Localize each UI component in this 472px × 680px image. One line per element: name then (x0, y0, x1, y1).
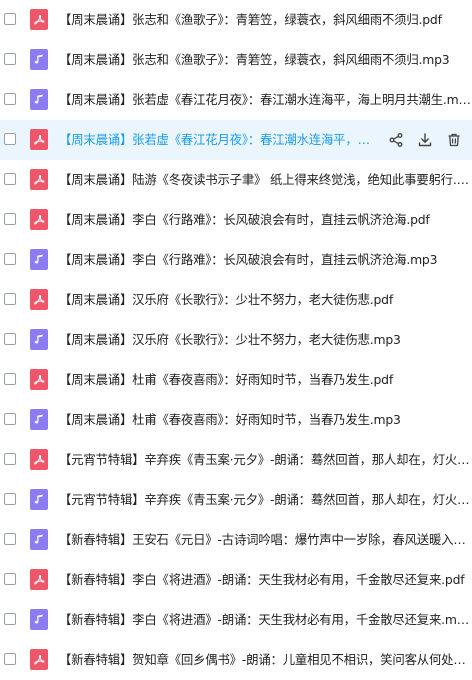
file-name[interactable]: 【新春特辑】贺知章《回乡偶书》-朗诵：儿童相见不相识，笑问客从何处来.pdf (59, 640, 472, 680)
audio-file-icon (30, 529, 48, 550)
delete-icon (446, 132, 462, 148)
row-checkbox[interactable] (4, 133, 16, 145)
audio-file-icon (30, 329, 48, 350)
file-name[interactable]: 【周末晨诵】张若虚《春江花月夜》：春江潮水连海平，海上明月共潮生.mp3 (59, 80, 472, 120)
row-checkbox[interactable] (4, 173, 16, 185)
file-row[interactable]: 【周末晨诵】张若虚《春江花月夜》：春江潮水连海平，海上明月共潮生.mp3 (0, 80, 472, 120)
file-row[interactable]: 【新春特辑】王安石《元日》-古诗词吟唱：爆竹声中一岁除，春风送暖入屠苏.mp3 (0, 520, 472, 560)
file-row[interactable]: 【周末晨诵】张志和《渔歌子》：青箬笠，绿蓑衣，斜风细雨不须归.mp3 (0, 40, 472, 80)
file-row[interactable]: 【周末晨诵】汉乐府《长歌行》：少壮不努力，老大徒伤悲.pdf (0, 280, 472, 320)
file-name[interactable]: 【新春特辑】王安石《元日》-古诗词吟唱：爆竹声中一岁除，春风送暖入屠苏.mp3 (59, 520, 472, 560)
file-row[interactable]: 【周末晨诵】李白《行路难》：长风破浪会有时，直挂云帆济沧海.pdf (0, 200, 472, 240)
pdf-file-icon (30, 209, 48, 230)
audio-file-icon (30, 409, 48, 430)
file-row[interactable]: 【周末晨诵】汉乐府《长歌行》：少壮不努力，老大徒伤悲.mp3 (0, 320, 472, 360)
file-row[interactable]: 【周末晨诵】陆游《冬夜读书示子聿》 纸上得来终觉浅，绝知此事要躬行.pdf (0, 160, 472, 200)
file-name[interactable]: 【周末晨诵】李白《行路难》：长风破浪会有时，直挂云帆济沧海.pdf (59, 200, 472, 240)
row-checkbox[interactable] (4, 373, 16, 385)
file-row[interactable]: 【周末晨诵】李白《行路难》：长风破浪会有时，直挂云帆济沧海.mp3 (0, 240, 472, 280)
audio-file-icon (30, 49, 48, 70)
file-row[interactable]: 【新春特辑】李白《将进酒》-朗诵：天生我材必有用，千金散尽还复来.pdf (0, 560, 472, 600)
pdf-file-icon (30, 569, 48, 590)
file-name[interactable]: 【新春特辑】李白《将进酒》-朗诵：天生我材必有用，千金散尽还复来.mp3 (59, 600, 472, 640)
pdf-file-icon (30, 289, 48, 310)
delete-button[interactable] (444, 130, 464, 150)
file-row[interactable]: 【周末晨诵】杜甫《春夜喜雨》：好雨知时节，当春乃发生.mp3 (0, 400, 472, 440)
audio-file-icon (30, 489, 48, 510)
file-name[interactable]: 【周末晨诵】李白《行路难》：长风破浪会有时，直挂云帆济沧海.mp3 (59, 240, 472, 280)
row-checkbox[interactable] (4, 613, 16, 625)
row-checkbox[interactable] (4, 493, 16, 505)
file-name[interactable]: 【元宵节特辑】辛弃疾《青玉案·元夕》-朗诵：蓦然回首，那人却在，灯火阑珊处.mp… (59, 480, 472, 520)
row-checkbox[interactable] (4, 653, 16, 665)
file-row[interactable]: 【周末晨诵】张志和《渔歌子》：青箬笠，绿蓑衣，斜风细雨不须归.pdf (0, 0, 472, 40)
file-row[interactable]: 【元宵节特辑】辛弃疾《青玉案·元夕》-朗诵：蓦然回首，那人却在，灯火阑珊处.pd… (0, 440, 472, 480)
pdf-file-icon (30, 169, 48, 190)
pdf-file-icon (30, 449, 48, 470)
audio-file-icon (30, 249, 48, 270)
row-checkbox[interactable] (4, 213, 16, 225)
file-list: 【周末晨诵】张志和《渔歌子》：青箬笠，绿蓑衣，斜风细雨不须归.pdf 【周末晨诵】… (0, 0, 472, 680)
row-checkbox[interactable] (4, 413, 16, 425)
row-checkbox[interactable] (4, 13, 16, 25)
row-checkbox[interactable] (4, 453, 16, 465)
file-name[interactable]: 【新春特辑】李白《将进酒》-朗诵：天生我材必有用，千金散尽还复来.pdf (59, 560, 472, 600)
file-row[interactable]: 【周末晨诵】杜甫《春夜喜雨》：好雨知时节，当春乃发生.pdf (0, 360, 472, 400)
file-name[interactable]: 【周末晨诵】陆游《冬夜读书示子聿》 纸上得来终觉浅，绝知此事要躬行.pdf (59, 160, 472, 200)
file-name[interactable]: 【周末晨诵】汉乐府《长歌行》：少壮不努力，老大徒伤悲.pdf (59, 280, 472, 320)
row-checkbox[interactable] (4, 333, 16, 345)
file-name[interactable]: 【周末晨诵】杜甫《春夜喜雨》：好雨知时节，当春乃发生.pdf (59, 360, 472, 400)
pdf-file-icon (30, 9, 48, 30)
file-row[interactable]: 【新春特辑】贺知章《回乡偶书》-朗诵：儿童相见不相识，笑问客从何处来.pdf (0, 640, 472, 680)
row-checkbox[interactable] (4, 53, 16, 65)
download-icon (417, 132, 433, 148)
pdf-file-icon (30, 369, 48, 390)
row-actions (377, 120, 464, 160)
file-name[interactable]: 【周末晨诵】张若虚《春江花月夜》：春江潮水连海平，海上明月共潮生.pdf (59, 120, 379, 160)
row-checkbox[interactable] (4, 293, 16, 305)
row-checkbox[interactable] (4, 93, 16, 105)
audio-file-icon (30, 89, 48, 110)
share-button[interactable] (386, 130, 406, 150)
file-name[interactable]: 【周末晨诵】张志和《渔歌子》：青箬笠，绿蓑衣，斜风细雨不须归.pdf (59, 0, 472, 40)
file-name[interactable]: 【周末晨诵】杜甫《春夜喜雨》：好雨知时节，当春乃发生.mp3 (59, 400, 472, 440)
download-button[interactable] (415, 130, 435, 150)
row-checkbox[interactable] (4, 253, 16, 265)
file-row[interactable]: 【元宵节特辑】辛弃疾《青玉案·元夕》-朗诵：蓦然回首，那人却在，灯火阑珊处.mp… (0, 480, 472, 520)
row-checkbox[interactable] (4, 533, 16, 545)
audio-file-icon (30, 609, 48, 630)
file-name[interactable]: 【周末晨诵】汉乐府《长歌行》：少壮不努力，老大徒伤悲.mp3 (59, 320, 472, 360)
file-name[interactable]: 【周末晨诵】张志和《渔歌子》：青箬笠，绿蓑衣，斜风细雨不须归.mp3 (59, 40, 472, 80)
row-checkbox[interactable] (4, 573, 16, 585)
file-row-hovered[interactable]: 【周末晨诵】张若虚《春江花月夜》：春江潮水连海平，海上明月共潮生.pdf (0, 120, 472, 160)
file-row[interactable]: 【新春特辑】李白《将进酒》-朗诵：天生我材必有用，千金散尽还复来.mp3 (0, 600, 472, 640)
share-icon (388, 132, 404, 148)
file-name[interactable]: 【元宵节特辑】辛弃疾《青玉案·元夕》-朗诵：蓦然回首，那人却在，灯火阑珊处.pd… (59, 440, 472, 480)
pdf-file-icon (30, 129, 48, 150)
